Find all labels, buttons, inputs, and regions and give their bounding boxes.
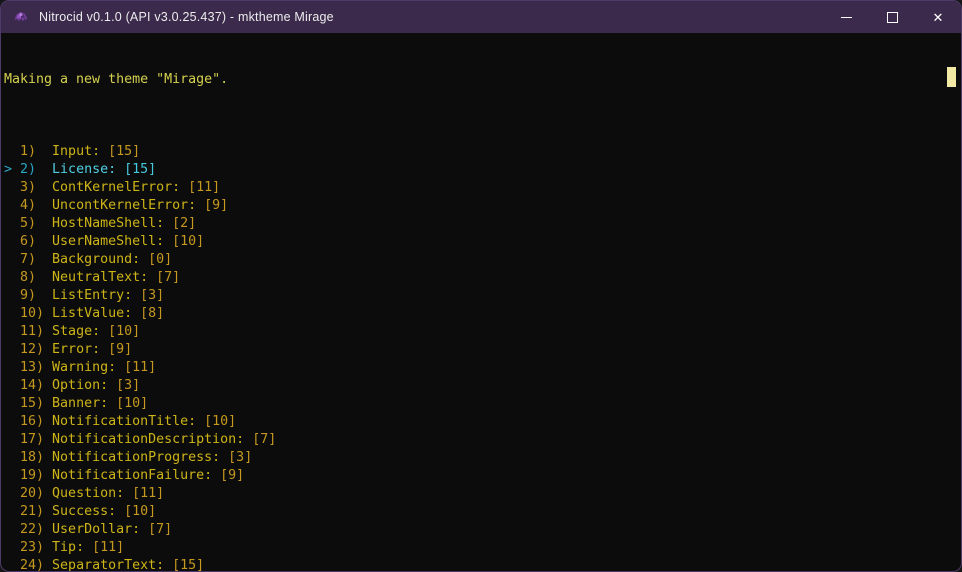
- maximize-button[interactable]: [869, 1, 915, 33]
- list-item-Tip[interactable]: 23) Tip: [11]: [4, 539, 960, 557]
- list-item-Banner[interactable]: 15) Banner: [10]: [4, 395, 960, 413]
- titlebar[interactable]: Nitrocid v0.1.0 (API v3.0.25.437) - mkth…: [1, 1, 961, 33]
- list-item-NotificationProgress[interactable]: 18) NotificationProgress: [3]: [4, 449, 960, 467]
- list-item-NotificationDescription[interactable]: 17) NotificationDescription: [7]: [4, 431, 960, 449]
- list-item-Background[interactable]: 7) Background: [0]: [4, 251, 960, 269]
- list-item-ContKernelError[interactable]: 3) ContKernelError: [11]: [4, 179, 960, 197]
- list-item-Warning[interactable]: 13) Warning: [11]: [4, 359, 960, 377]
- theme-message: Making a new theme "Mirage".: [4, 71, 960, 89]
- minimize-button[interactable]: [823, 1, 869, 33]
- close-icon: ✕: [933, 11, 944, 24]
- list-item-Stage[interactable]: 11) Stage: [10]: [4, 323, 960, 341]
- list-item-Error[interactable]: 12) Error: [9]: [4, 341, 960, 359]
- maximize-icon: [887, 12, 898, 23]
- list-item-HostNameShell[interactable]: 5) HostNameShell: [2]: [4, 215, 960, 233]
- list-item-SeparatorText[interactable]: 24) SeparatorText: [15]: [4, 557, 960, 572]
- close-button[interactable]: ✕: [915, 1, 961, 33]
- theme-color-list: 1) Input: [15]> 2) License: [15] 3) Cont…: [4, 143, 960, 572]
- list-item-ListValue[interactable]: 10) ListValue: [8]: [4, 305, 960, 323]
- nitrocid-app-icon: [13, 9, 29, 25]
- minimize-icon: [841, 17, 852, 18]
- list-item-ListEntry[interactable]: 9) ListEntry: [3]: [4, 287, 960, 305]
- list-item-Question[interactable]: 20) Question: [11]: [4, 485, 960, 503]
- list-item-UncontKernelError[interactable]: 4) UncontKernelError: [9]: [4, 197, 960, 215]
- list-item-Option[interactable]: 14) Option: [3]: [4, 377, 960, 395]
- window-title: Nitrocid v0.1.0 (API v3.0.25.437) - mkth…: [39, 10, 334, 24]
- terminal-content: Making a new theme "Mirage". 1) Input: […: [2, 33, 960, 570]
- window-controls: ✕: [823, 1, 961, 33]
- list-item-UserNameShell[interactable]: 6) UserNameShell: [10]: [4, 233, 960, 251]
- list-item-UserDollar[interactable]: 22) UserDollar: [7]: [4, 521, 960, 539]
- list-item-Success[interactable]: 21) Success: [10]: [4, 503, 960, 521]
- scrollbar-thumb[interactable]: [947, 67, 956, 87]
- list-item-NeutralText[interactable]: 8) NeutralText: [7]: [4, 269, 960, 287]
- list-item-NotificationFailure[interactable]: 19) NotificationFailure: [9]: [4, 467, 960, 485]
- terminal-window: Nitrocid v0.1.0 (API v3.0.25.437) - mkth…: [0, 0, 962, 572]
- list-item-License[interactable]: > 2) License: [15]: [4, 161, 960, 179]
- list-item-Input[interactable]: 1) Input: [15]: [4, 143, 960, 161]
- list-item-NotificationTitle[interactable]: 16) NotificationTitle: [10]: [4, 413, 960, 431]
